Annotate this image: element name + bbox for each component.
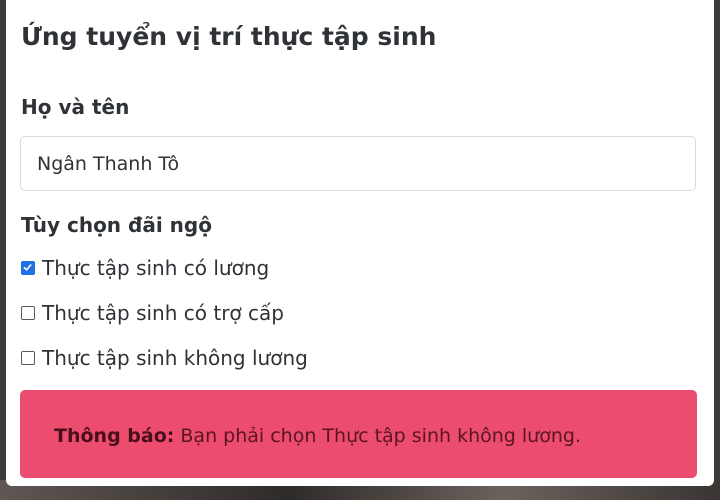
checkbox-stipend-intern[interactable] (21, 306, 35, 320)
option-label-unpaid-intern: Thực tập sinh không lương (42, 346, 308, 370)
application-form-card: Ứng tuyển vị trí thực tập sinh Họ và tên… (6, 0, 714, 486)
form-title: Ứng tuyển vị trí thực tập sinh (21, 22, 437, 51)
checkbox-unpaid-intern[interactable] (21, 351, 35, 365)
checkbox-paid-intern[interactable] (21, 261, 35, 275)
option-label-stipend-intern: Thực tập sinh có trợ cấp (42, 301, 284, 325)
alert-banner: Thông báo: Bạn phải chọn Thực tập sinh k… (20, 390, 697, 478)
name-label: Họ và tên (21, 95, 130, 119)
alert-text: Thông báo: Bạn phải chọn Thực tập sinh k… (54, 425, 581, 447)
alert-title: Thông báo: (54, 425, 175, 447)
option-paid-intern[interactable]: Thực tập sinh có lương (21, 255, 269, 281)
compensation-options-label: Tùy chọn đãi ngộ (21, 213, 212, 237)
name-input[interactable] (20, 136, 696, 191)
option-unpaid-intern[interactable]: Thực tập sinh không lương (21, 345, 308, 371)
option-stipend-intern[interactable]: Thực tập sinh có trợ cấp (21, 300, 284, 326)
alert-message: Bạn phải chọn Thực tập sinh không lương. (174, 425, 581, 447)
background-right (714, 0, 720, 500)
option-label-paid-intern: Thực tập sinh có lương (42, 256, 270, 280)
